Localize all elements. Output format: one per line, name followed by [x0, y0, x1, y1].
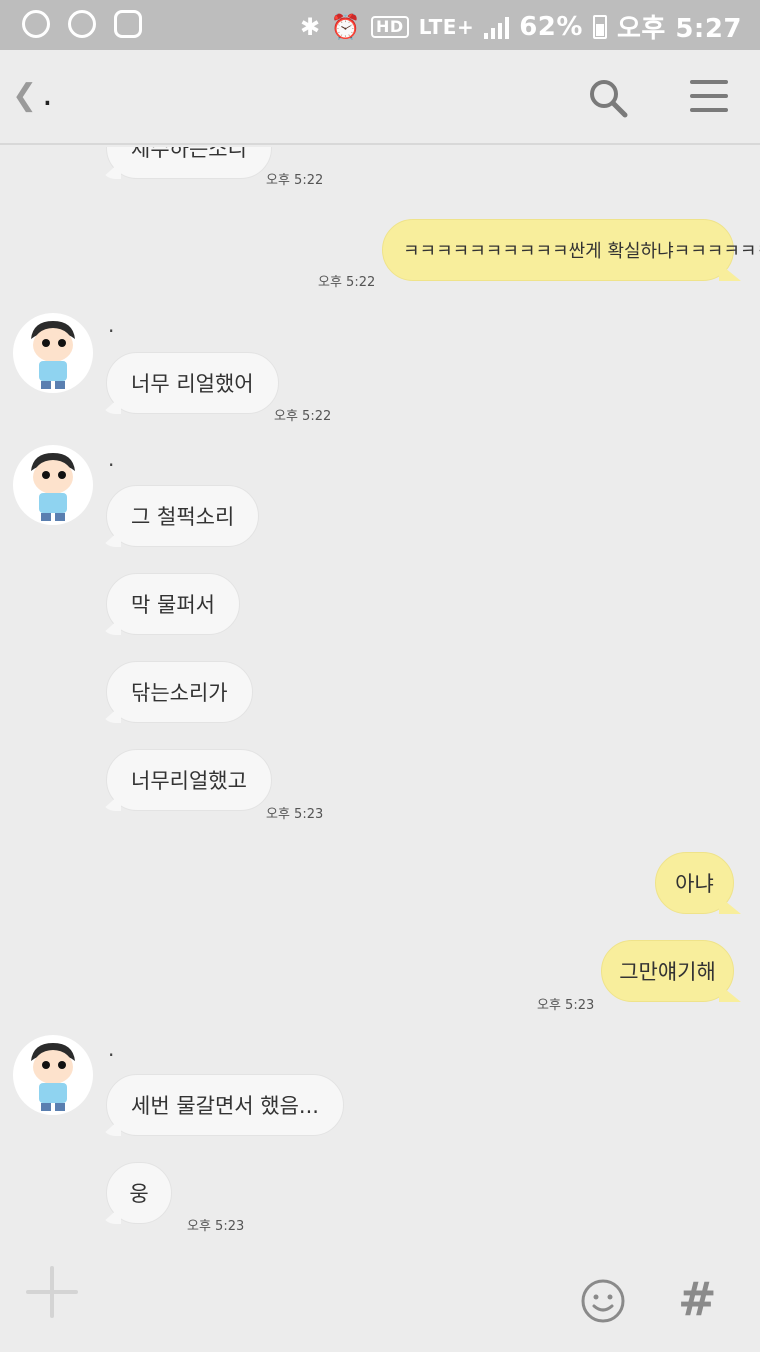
message-time: 오후 5:22 [274, 409, 332, 424]
battery-icon [592, 14, 607, 39]
message-bubble-incoming[interactable]: 너무 리얼했어 [106, 352, 279, 414]
message-bubble-incoming[interactable]: 세번 물갈면서 했음... [106, 1074, 344, 1136]
message-text: 그 철퍽소리 [131, 505, 235, 529]
hashtag-search-icon[interactable]: # [678, 1272, 717, 1326]
message-bubble-incoming[interactable]: 닦는소리가 [106, 661, 253, 723]
message-bubble-incoming[interactable]: 너무리얼했고 [106, 749, 272, 811]
message-text: 너무리얼했고 [131, 769, 247, 793]
message-bubble-outgoing[interactable]: 아냐 [655, 852, 734, 914]
gallery-icon [114, 10, 142, 38]
message-bubble-incoming[interactable]: 그 철퍽소리 [106, 485, 260, 547]
message-bubble-incoming[interactable]: 제수하는소리 [106, 147, 272, 179]
network-type: LTE+ [418, 14, 475, 39]
avatar[interactable] [13, 313, 93, 393]
message-time: 오후 5:23 [266, 807, 324, 822]
avatar[interactable] [13, 445, 93, 525]
search-icon[interactable] [588, 78, 628, 118]
input-bar: # [0, 1240, 760, 1352]
message-bubble-incoming[interactable]: 막 물퍼서 [106, 573, 240, 635]
chat-area[interactable]: 제수하는소리 오후 5:22 ㅋㅋㅋㅋㅋㅋㅋㅋㅋㅋ싼게 확실하냐ㅋㅋㅋㅋㅋㅋㅋ … [0, 147, 760, 1240]
message-text: 세번 물갈면서 했음... [131, 1094, 319, 1118]
character-avatar-icon [31, 1043, 75, 1111]
message-text: 막 물퍼서 [131, 593, 215, 617]
message-text: 웅 [129, 1182, 149, 1206]
hd-badge: HD [371, 15, 409, 38]
sender-name: . [108, 313, 115, 337]
message-text: 그만얘기해 [619, 960, 716, 984]
message-text: 너무 리얼했어 [131, 372, 254, 396]
message-text: 제수하는소리 [131, 147, 247, 161]
plus-icon[interactable] [26, 1266, 78, 1318]
sender-name: . [108, 447, 115, 471]
chat-title: . [42, 74, 53, 114]
message-time: 오후 5:22 [266, 173, 324, 188]
message-bubble-incoming[interactable]: 웅 [106, 1162, 172, 1224]
message-text: 닦는소리가 [131, 681, 228, 705]
battery-percent: 62% [519, 11, 583, 42]
message-time: 오후 5:23 [537, 998, 595, 1013]
emoji-icon[interactable] [580, 1278, 626, 1324]
clock: 오후 5:27 [616, 14, 742, 44]
status-bar: ✱ ⏰ HD LTE+ 62% 오후 5:27 [0, 0, 760, 50]
message-text: ㅋㅋㅋㅋㅋㅋㅋㅋㅋㅋ싼게 확실하냐ㅋㅋㅋㅋㅋㅋㅋ [403, 241, 760, 262]
app-notification-icon [22, 10, 50, 38]
sender-name: . [108, 1037, 115, 1061]
alarm-icon: ⏰ [330, 12, 362, 41]
message-time: 오후 5:23 [187, 1219, 245, 1234]
signal-icon [484, 15, 510, 39]
menu-icon[interactable] [690, 80, 728, 112]
message-time: 오후 5:22 [318, 275, 376, 290]
message-text: 아냐 [675, 872, 714, 896]
music-icon [68, 10, 96, 38]
back-button[interactable]: ❮ [12, 78, 37, 113]
character-avatar-icon [31, 321, 75, 389]
character-avatar-icon [31, 453, 75, 521]
message-bubble-outgoing[interactable]: ㅋㅋㅋㅋㅋㅋㅋㅋㅋㅋ싼게 확실하냐ㅋㅋㅋㅋㅋㅋㅋ [382, 219, 760, 281]
avatar[interactable] [13, 1035, 93, 1115]
message-bubble-outgoing[interactable]: 그만얘기해 [601, 940, 734, 1002]
bluetooth-icon: ✱ [300, 12, 321, 41]
chat-header: ❮ . [0, 50, 760, 145]
